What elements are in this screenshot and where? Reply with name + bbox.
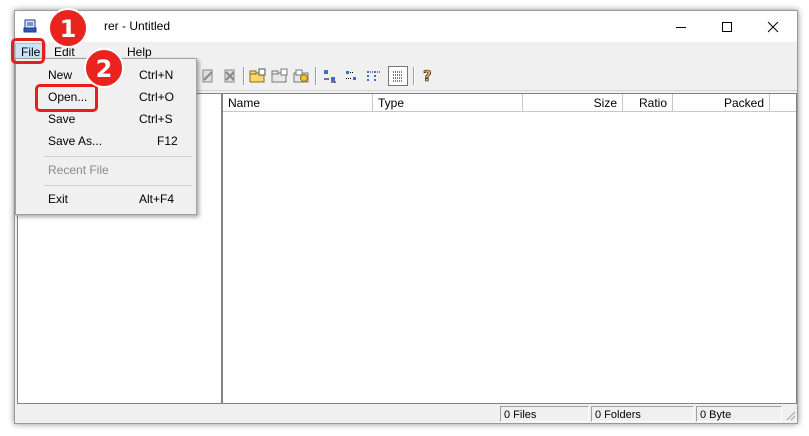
menu-item-label: New <box>48 68 73 82</box>
menu-item-save-as[interactable]: Save As... F12 <box>16 130 196 152</box>
column-header-filler <box>770 94 796 112</box>
toolbar-separator <box>243 67 245 85</box>
status-folders: 0 Folders <box>591 406 694 422</box>
menu-item-shortcut: Ctrl+O <box>139 90 175 104</box>
toolbar-separator <box>315 67 317 85</box>
minimize-button[interactable] <box>658 11 704 42</box>
title-bar: rer - Untitled <box>15 11 797 42</box>
small-icons-view-icon <box>346 71 356 80</box>
new-folder-button[interactable] <box>248 66 268 86</box>
folder-up-button[interactable] <box>270 66 290 86</box>
menu-item-shortcut: Ctrl+N <box>139 68 174 82</box>
maximize-button[interactable] <box>704 11 750 42</box>
list-view-icon <box>367 71 381 81</box>
menu-item-recent-file: Recent File <box>16 159 196 181</box>
window-title: rer - Untitled <box>104 19 171 33</box>
help-button[interactable]: ? <box>418 66 438 86</box>
folder-up-icon <box>271 68 288 83</box>
menu-item-shortcut: Alt+F4 <box>139 192 175 206</box>
step-2-badge: 2 <box>84 48 124 88</box>
highlight-open-item <box>35 84 98 112</box>
extract-button[interactable] <box>220 66 240 86</box>
menu-item-label: Recent File <box>48 163 109 177</box>
minimize-icon <box>676 26 686 28</box>
resize-grip-icon[interactable] <box>784 409 796 421</box>
menu-separator <box>44 185 192 186</box>
list-view-button[interactable] <box>364 66 384 86</box>
status-bar: 0 Files 0 Folders 0 Byte <box>15 404 797 423</box>
extract-all-button[interactable] <box>292 66 312 86</box>
column-header-ratio[interactable]: Ratio <box>623 94 673 112</box>
svg-text:?: ? <box>423 67 432 85</box>
extract-all-icon <box>293 69 309 83</box>
close-button[interactable] <box>750 11 796 42</box>
menu-item-shortcut: Ctrl+S <box>139 112 173 126</box>
menu-item-shortcut: F12 <box>157 134 178 148</box>
status-files: 0 Files <box>500 406 589 422</box>
menu-item-exit[interactable]: Exit Alt+F4 <box>16 188 196 210</box>
step-1-badge: 1 <box>48 8 88 48</box>
add-file-button[interactable] <box>198 66 218 86</box>
column-header-type[interactable]: Type <box>373 94 523 112</box>
menu-item-label: Exit <box>48 192 69 206</box>
highlight-file-menu <box>11 38 45 64</box>
column-header-packed[interactable]: Packed <box>673 94 770 112</box>
small-icons-view-button[interactable] <box>342 66 362 86</box>
extract-icon <box>224 69 235 83</box>
status-bytes: 0 Byte <box>696 406 782 422</box>
app-icon <box>23 19 37 33</box>
toolbar-separator <box>413 67 415 85</box>
add-file-icon <box>202 69 213 83</box>
file-list-pane[interactable]: Name Type Size Ratio Packed <box>222 93 797 404</box>
menu-item-label: Save As... <box>48 134 103 148</box>
new-folder-icon <box>249 68 266 83</box>
large-icons-view-button[interactable] <box>320 66 340 86</box>
large-icons-view-icon <box>324 70 336 83</box>
details-view-button[interactable] <box>388 66 408 86</box>
help-icon: ? <box>423 67 432 85</box>
details-view-icon <box>393 71 403 82</box>
column-header-size[interactable]: Size <box>523 94 623 112</box>
column-header-name[interactable]: Name <box>223 94 373 112</box>
maximize-icon <box>722 21 732 32</box>
close-icon <box>767 21 779 32</box>
menu-separator <box>44 156 192 157</box>
